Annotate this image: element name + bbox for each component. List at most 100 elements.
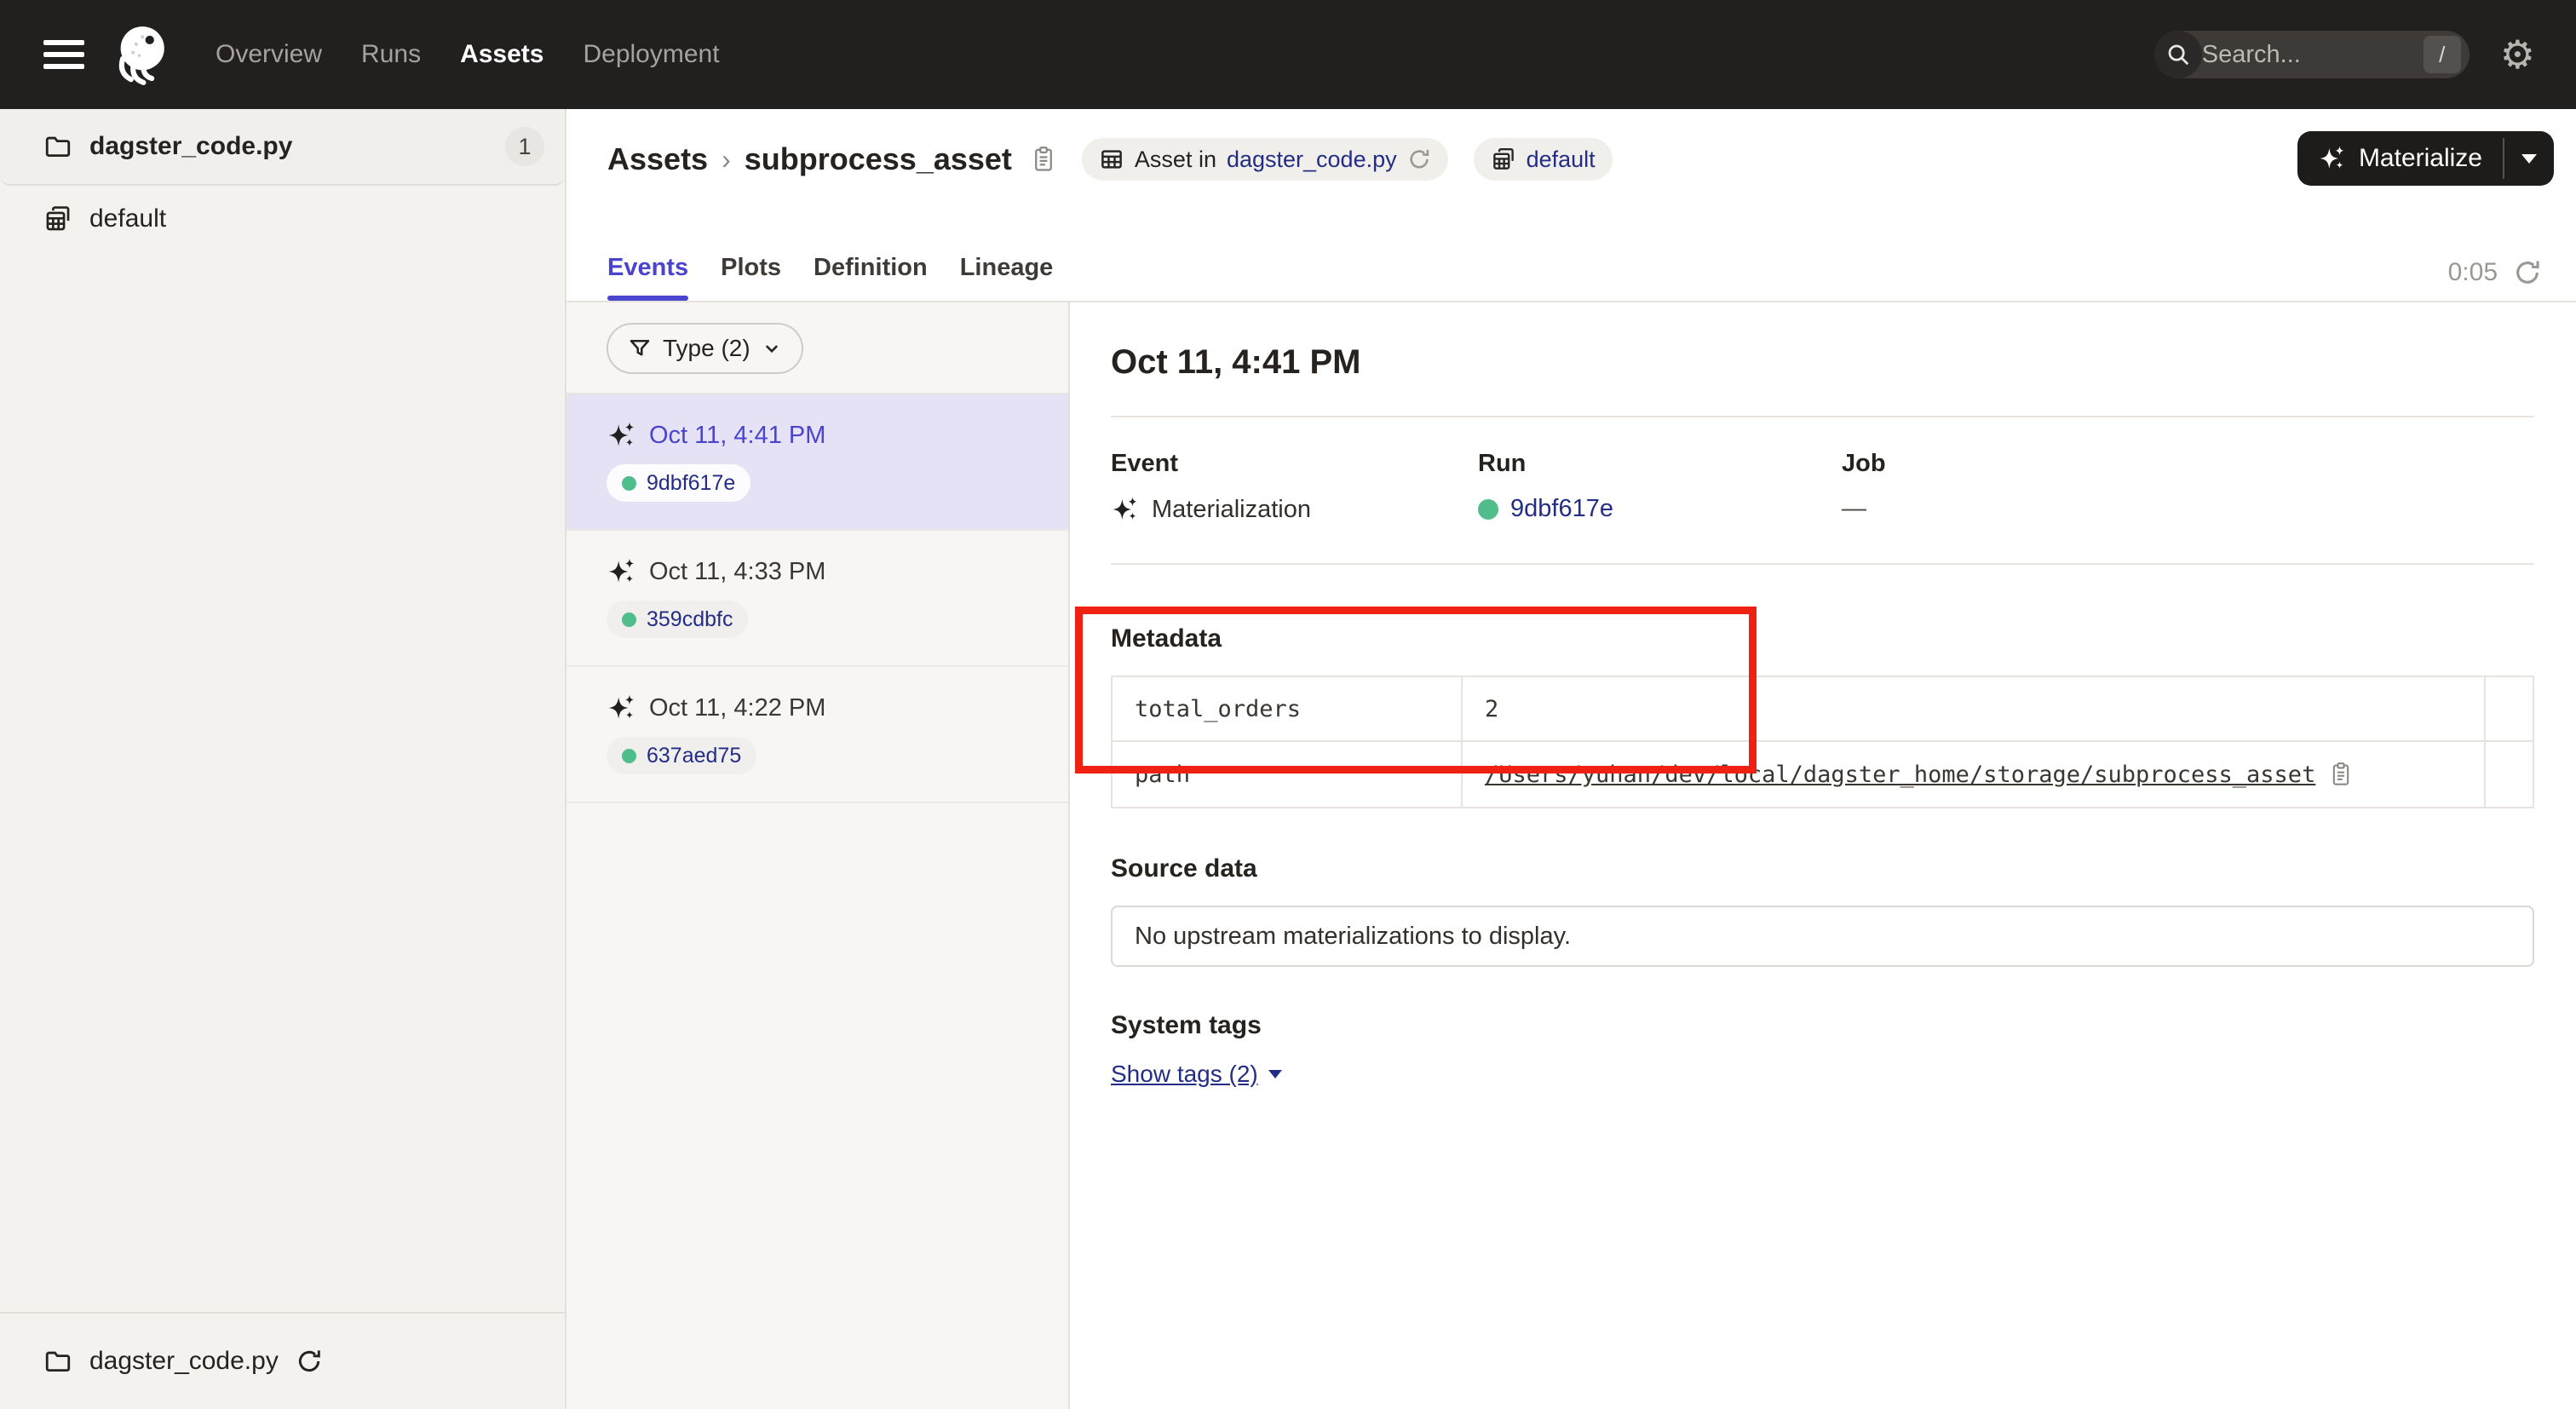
metadata-key: total_orders [1113,677,1463,740]
copy-asset-name-icon[interactable] [1031,145,1056,174]
event-list-item[interactable]: Oct 11, 4:22 PM 637aed75 [566,667,1068,803]
sidebar: dagster_code.py 1 default dagster_code.p… [0,109,566,1409]
event-timestamp-link[interactable]: Oct 11, 4:22 PM [649,694,825,722]
search-box[interactable]: / [2154,31,2470,78]
filter-funnel-icon [627,336,653,361]
run-id-link[interactable]: 637aed75 [647,744,741,768]
event-list-item[interactable]: Oct 11, 4:41 PM 9dbf617e [566,394,1068,531]
dagster-logo-icon[interactable] [108,21,175,88]
nav-overview[interactable]: Overview [216,40,322,69]
metadata-value: 2 [1485,696,1498,722]
metadata-key: path [1113,742,1463,807]
run-tag[interactable]: 359cdbfc [607,601,748,638]
search-icon [2154,31,2202,78]
path-link[interactable]: /Users/yuhan/dev/local/dagster_home/stor… [1485,762,2315,788]
chevron-down-icon [761,337,783,359]
chevron-down-icon [1268,1070,1282,1078]
run-id-link[interactable]: 9dbf617e [647,471,735,496]
refresh-icon[interactable] [2513,258,2542,287]
event-timestamp-link[interactable]: Oct 11, 4:41 PM [649,422,825,450]
materialization-sparkle-icon [607,556,637,587]
folder-icon [43,132,72,161]
repo-grid-icon [1491,147,1516,172]
metadata-section-title: Metadata [1111,624,2534,653]
show-tags-label: Show tags (2) [1111,1061,1258,1088]
run-id-link[interactable]: 9dbf617e [1510,495,1613,523]
settings-gear-icon[interactable]: ⚙ [2500,35,2535,74]
sidebar-item-default-group[interactable]: default [0,186,565,252]
breadcrumb: Assets › subprocess_asset Asset in dagst… [566,109,2576,181]
asset-location-badge[interactable]: Asset in dagster_code.py [1082,138,1448,181]
source-data-empty-text: No upstream materializations to display. [1135,923,1571,951]
asset-in-label: Asset in [1135,147,1216,173]
copy-path-icon[interactable] [2329,761,2353,788]
nav-runs[interactable]: Runs [361,40,421,69]
job-column-label: Job [1842,450,2534,478]
breadcrumb-separator: › [722,144,731,175]
show-tags-toggle[interactable]: Show tags (2) [1111,1061,1282,1088]
run-tag[interactable]: 9dbf617e [607,464,750,502]
type-filter-label: Type (2) [663,335,750,362]
tab-plots[interactable]: Plots [721,254,781,301]
event-column-label: Event [1111,450,1478,478]
tab-definition[interactable]: Definition [814,254,928,301]
search-input[interactable] [2202,41,2424,69]
run-status-dot [1478,499,1498,520]
group-badge[interactable]: default [1474,138,1613,181]
materialization-sparkle-icon [607,420,637,451]
folder-icon [43,1347,72,1376]
type-filter-button[interactable]: Type (2) [607,323,803,374]
breadcrumb-assets-link[interactable]: Assets [607,141,708,177]
run-status-dot [622,476,636,491]
job-value: — [1842,495,1866,523]
source-data-empty-state: No upstream materializations to display. [1111,906,2534,967]
materialize-split-button[interactable]: Materialize [2297,131,2554,186]
refresh-countdown: 0:05 [2448,258,2498,287]
system-tags-section-title: System tags [1111,1011,2534,1040]
event-detail-heading: Oct 11, 4:41 PM [1111,343,2534,382]
top-nav: Overview Runs Assets Deployment / ⚙ [0,0,2576,109]
sidebar-footer-code-location[interactable]: dagster_code.py [0,1312,565,1409]
primary-nav: Overview Runs Assets Deployment [216,40,720,69]
run-id-link[interactable]: 359cdbfc [647,607,733,632]
asset-count-badge: 1 [505,127,544,166]
table-grid-icon [1099,147,1124,172]
event-list-item[interactable]: Oct 11, 4:33 PM 359cdbfc [566,531,1068,667]
asset-header: Assets › subprocess_asset Asset in dagst… [566,109,2576,302]
reload-icon[interactable] [296,1348,323,1375]
nav-deployment[interactable]: Deployment [583,40,719,69]
code-location-label: dagster_code.py [89,132,292,161]
materialize-button[interactable]: Materialize [2297,131,2503,186]
code-location-link[interactable]: dagster_code.py [1227,147,1397,173]
run-status-dot [622,749,636,763]
materialization-sparkle-icon [1111,495,1140,524]
tab-lineage[interactable]: Lineage [960,254,1054,301]
materialize-label: Materialize [2359,144,2482,173]
default-group-label: default [89,204,166,233]
asset-tabs: Events Plots Definition Lineage [607,254,1053,301]
table-row: total_orders 2 [1113,677,2533,742]
repo-grid-icon [43,204,72,233]
search-shortcut-key: / [2424,36,2461,73]
run-column-label: Run [1478,450,1842,478]
table-row: path /Users/yuhan/dev/local/dagster_home… [1113,742,2533,807]
event-type-value: Materialization [1152,496,1311,524]
materialize-dropdown-button[interactable] [2504,131,2554,186]
nav-assets[interactable]: Assets [460,40,543,69]
event-timestamp-link[interactable]: Oct 11, 4:33 PM [649,558,825,586]
run-status-dot [622,612,636,627]
group-link[interactable]: default [1527,147,1596,173]
events-list-panel: Type (2) Oct 11, 4:41 PM 9dbf617e [566,302,1070,1409]
sparkle-icon [2318,144,2347,173]
footer-code-location-label: dagster_code.py [89,1347,279,1376]
chevron-down-icon [2521,154,2537,164]
tab-events[interactable]: Events [607,254,688,301]
materialization-sparkle-icon [607,693,637,723]
reload-icon[interactable] [1407,147,1431,171]
metadata-table: total_orders 2 path /Users/yuhan/dev/loc… [1111,676,2534,808]
page-title: subprocess_asset [745,141,1012,177]
hamburger-menu-icon[interactable] [43,40,84,69]
source-data-section-title: Source data [1111,854,2534,883]
sidebar-item-code-location[interactable]: dagster_code.py 1 [0,109,565,186]
run-tag[interactable]: 637aed75 [607,737,756,774]
